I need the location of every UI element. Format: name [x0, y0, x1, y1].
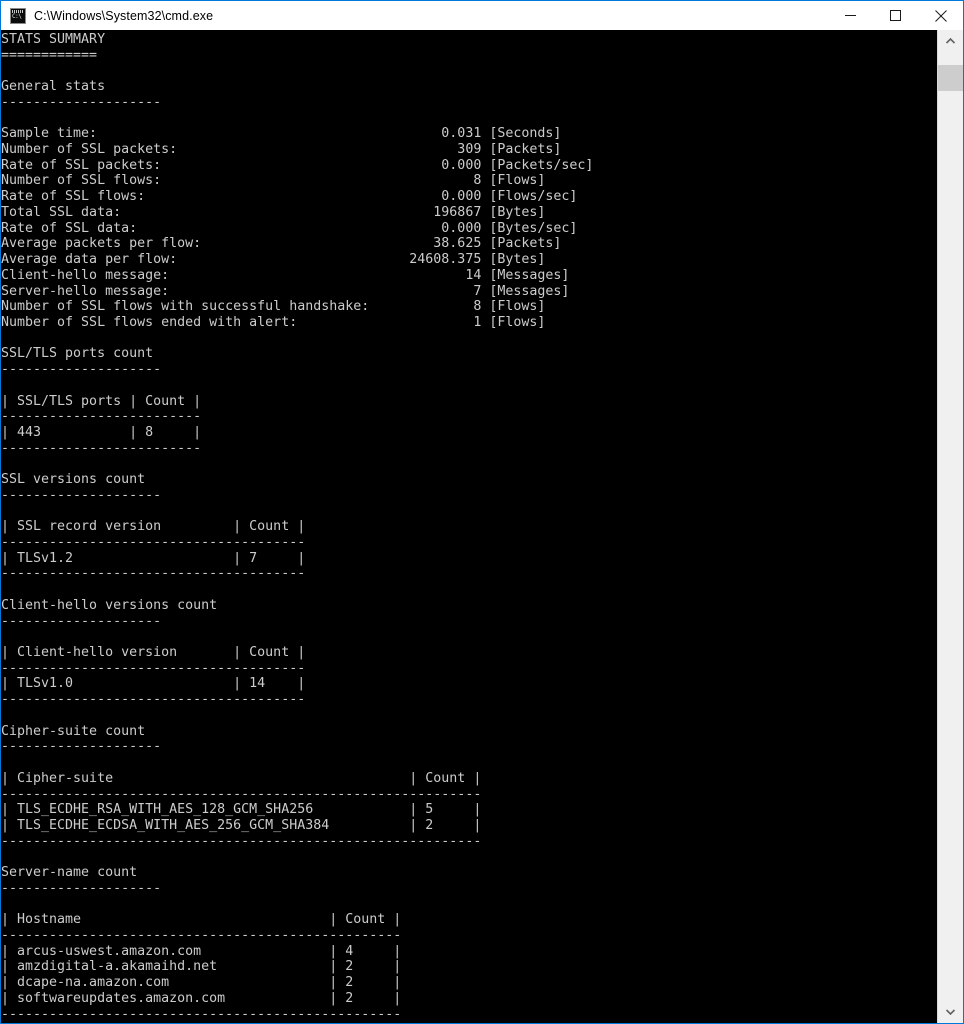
window-titlebar[interactable]: C:\Windows\System32\cmd.exe	[1, 1, 963, 30]
scrollbar-thumb[interactable]	[938, 65, 963, 91]
console-output-text: STATS SUMMARY ============ General stats…	[1, 32, 594, 1022]
window-title: C:\Windows\System32\cmd.exe	[34, 8, 214, 23]
scroll-up-arrow-icon[interactable]	[938, 30, 963, 52]
vertical-scrollbar[interactable]	[937, 30, 963, 1023]
console-output-surface[interactable]: STATS SUMMARY ============ General stats…	[1, 30, 937, 1023]
scroll-down-arrow-icon[interactable]	[938, 1001, 963, 1023]
minimize-button[interactable]	[828, 1, 873, 30]
close-button[interactable]	[918, 1, 963, 30]
window-controls	[828, 1, 963, 30]
console-client-area: STATS SUMMARY ============ General stats…	[1, 30, 963, 1023]
cmd-console-icon	[10, 7, 26, 24]
scrollbar-track[interactable]	[938, 52, 963, 1001]
maximize-button[interactable]	[873, 1, 918, 30]
cmd-window: C:\Windows\System32\cmd.exe STATS SUMMAR…	[0, 0, 964, 1024]
